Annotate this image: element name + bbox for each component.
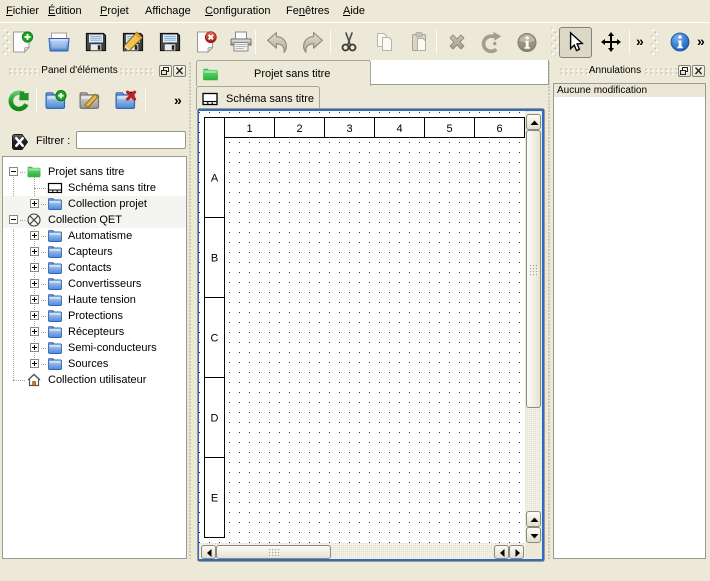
svg-text:5: 5 <box>446 123 452 135</box>
svg-text:1: 1 <box>246 123 252 135</box>
svg-text:C: C <box>211 333 219 345</box>
svg-text:D: D <box>211 413 219 425</box>
svg-text:B: B <box>211 253 218 265</box>
svg-text:A: A <box>211 173 219 185</box>
svg-text:E: E <box>211 493 218 505</box>
svg-text:3: 3 <box>346 123 352 135</box>
svg-text:2: 2 <box>296 123 302 135</box>
svg-text:6: 6 <box>496 123 502 135</box>
svg-text:4: 4 <box>396 123 402 135</box>
